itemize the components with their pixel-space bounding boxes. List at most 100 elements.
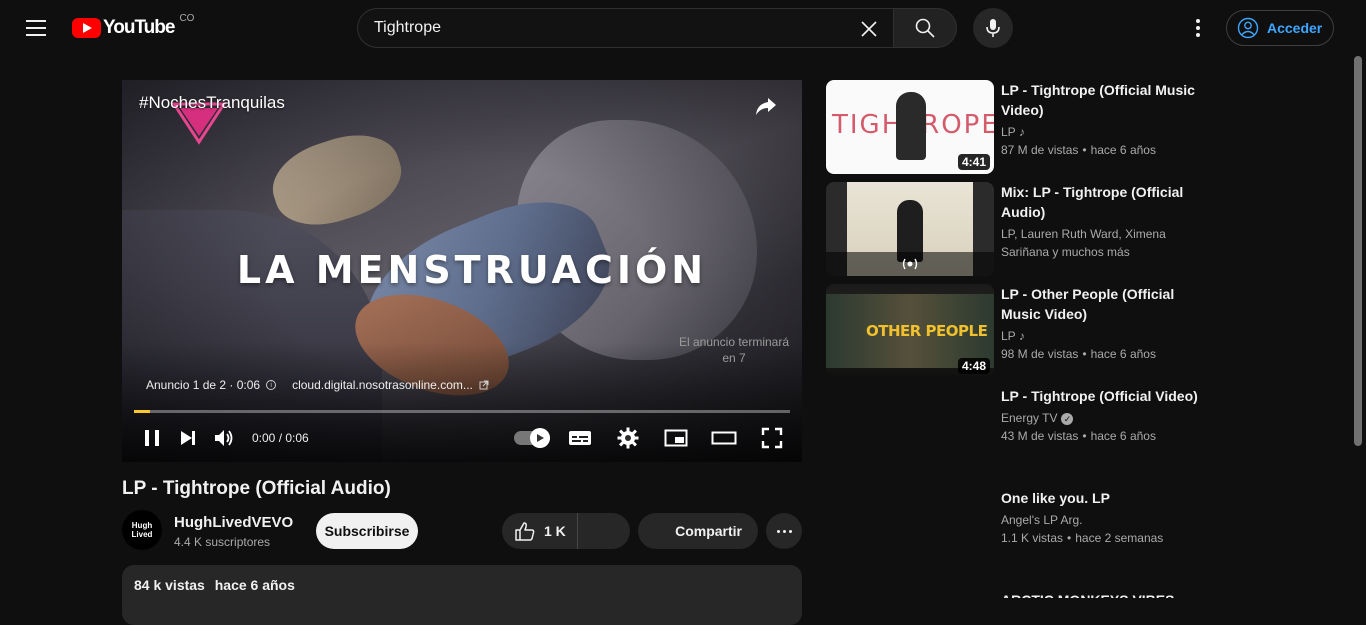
ad-progress-bar[interactable] (134, 410, 790, 413)
like-count: 1 K (544, 523, 566, 539)
channel-label: LP (1001, 329, 1016, 343)
mix-broadcast-icon (826, 252, 994, 276)
clear-search-icon[interactable] (851, 11, 887, 47)
youtube-logo[interactable]: YouTube CO (72, 13, 194, 39)
recommendation-meta: 98 M de vistashace 6 años (1001, 345, 1201, 363)
settings-button[interactable] (610, 422, 646, 454)
time-display: 0:00 / 0:06 (252, 431, 309, 445)
logo-text: YouTube (103, 17, 175, 38)
recommendation-title[interactable]: LP - Tightrope (Official Music Video) (1001, 80, 1201, 120)
channel-label: Energy TV (1001, 411, 1058, 425)
like-dislike-group: 1 K (502, 513, 630, 549)
dislike-button[interactable] (578, 513, 630, 549)
recommendation-item[interactable]: ARCTIC MONKEYS VIBES (826, 588, 1206, 598)
upload-age: hace 6 años (214, 577, 295, 593)
recommendation-title[interactable]: LP - Tightrope (Official Video) (1001, 386, 1201, 406)
thumbnail-text: OTHER PEOPLE (866, 322, 988, 340)
owner-row: Hugh Lived HughLivedVEVO 4.4 K suscripto… (122, 510, 802, 552)
recommendation-channel[interactable]: LP ♪ (1001, 123, 1201, 141)
country-code: CO (179, 12, 195, 24)
subscriber-count: 4.4 K suscriptores (174, 535, 271, 549)
channel-name[interactable]: HughLivedVEVO (174, 514, 293, 531)
channel-label: LP (1001, 125, 1016, 139)
thumbs-up-icon (515, 522, 535, 541)
pause-icon (145, 430, 159, 446)
sign-in-label: Acceder (1267, 20, 1323, 36)
top-bar: YouTube CO Acceder (0, 0, 1366, 56)
ad-counter: Anuncio 1 de 2 · 0:06 (146, 378, 261, 392)
external-link-icon[interactable] (479, 380, 489, 390)
skip-next-icon (181, 431, 195, 445)
subtitles-button[interactable] (562, 422, 598, 454)
share-button[interactable]: Compartir (638, 513, 758, 549)
fullscreen-icon (761, 427, 783, 449)
search-icon (915, 18, 935, 38)
recommendation-channel[interactable]: Energy TV ✓ (1001, 409, 1201, 427)
recommendation-views: 43 M de vistas (1001, 429, 1079, 443)
recommendation-age: hace 6 años (1078, 347, 1156, 361)
hamburger-menu-icon[interactable] (20, 12, 52, 44)
recommendation-thumbnail[interactable]: TIGHTROPE 4:41 (826, 80, 994, 174)
duration-badge: 4:41 (957, 154, 990, 170)
recommendation-views: 87 M de vistas (1001, 143, 1079, 157)
recommendation-thumbnail[interactable] (826, 386, 994, 480)
info-icon[interactable]: i (266, 380, 277, 390)
search-bar (357, 8, 957, 48)
volume-icon (215, 430, 233, 446)
recommendation-item[interactable]: LP - Tightrope (Official Video) Energy T… (826, 386, 1206, 482)
volume-button[interactable] (206, 422, 242, 454)
recommendation-channel[interactable]: LP, Lauren Ruth Ward, Ximena Sariñana y … (1001, 225, 1201, 261)
recommendation-title[interactable]: ARCTIC MONKEYS VIBES (1001, 590, 1201, 598)
recommendation-item[interactable]: One like you. LP Angel's LP Arg. 1.1 K v… (826, 488, 1206, 584)
scrollbar-thumb[interactable] (1354, 56, 1362, 446)
page-scrollbar[interactable] (1352, 56, 1366, 598)
sign-in-button[interactable]: Acceder (1226, 10, 1334, 46)
recommendation-item[interactable]: OTHER PEOPLE 4:48 LP - Other People (Off… (826, 284, 1206, 380)
autoplay-toggle[interactable] (514, 428, 550, 448)
more-actions-icon[interactable] (766, 513, 802, 549)
video-player[interactable]: #NochesTranquilas LA MENSTRUACIÓN El anu… (122, 80, 802, 462)
recommendation-thumbnail[interactable] (826, 488, 994, 582)
recommendation-channel[interactable]: Angel's LP Arg. (1001, 511, 1201, 529)
duration-badge: 4:48 (957, 358, 990, 374)
like-button[interactable]: 1 K (502, 513, 578, 549)
settings-more-icon[interactable] (1182, 12, 1214, 44)
player-controls-right (514, 422, 790, 454)
recommendation-thumbnail[interactable]: OTHER PEOPLE 4:48 (826, 284, 994, 378)
theater-icon (711, 431, 737, 445)
music-note-icon: ♪ (1018, 329, 1025, 343)
channel-avatar[interactable]: Hugh Lived (122, 510, 162, 550)
autoplay-play-icon (530, 428, 550, 448)
ad-hashtag: #NochesTranquilas (139, 93, 285, 112)
recommendation-title[interactable]: LP - Other People (Official Music Video) (1001, 284, 1201, 324)
player-controls: 0:00 / 0:06 (134, 422, 790, 454)
ad-link[interactable]: cloud.digital.nosotrasonline.com... (292, 378, 473, 392)
search-input[interactable] (374, 19, 854, 37)
search-button[interactable] (893, 8, 957, 48)
music-note-icon: ♪ (1018, 125, 1025, 139)
pause-button[interactable] (134, 422, 170, 454)
recommendation-meta: 87 M de vistashace 6 años (1001, 141, 1201, 159)
miniplayer-icon (664, 429, 688, 447)
voice-search-button[interactable] (973, 8, 1013, 48)
recommendation-item[interactable]: TIGHTROPE 4:41 LP - Tightrope (Official … (826, 80, 1206, 176)
recommendation-views: 98 M de vistas (1001, 347, 1079, 361)
recommendation-title[interactable]: One like you. LP (1001, 488, 1201, 508)
recommendation-item[interactable]: Mix: LP - Tightrope (Official Audio) LP,… (826, 182, 1206, 278)
description-box[interactable]: 84 k vistas hace 6 años (122, 565, 802, 625)
video-title: LP - Tightrope (Official Audio) (122, 478, 391, 499)
next-button[interactable] (170, 422, 206, 454)
recommendation-age: hace 6 años (1078, 429, 1156, 443)
subtitles-icon (569, 431, 591, 445)
miniplayer-button[interactable] (658, 422, 694, 454)
share-icon[interactable] (752, 92, 780, 120)
recommendation-thumbnail[interactable] (826, 182, 994, 276)
recommendation-meta: 1.1 K vistashace 2 semanas (1001, 529, 1201, 547)
recommendation-channel[interactable]: LP ♪ (1001, 327, 1201, 345)
verified-icon: ✓ (1061, 413, 1074, 425)
subscribe-button[interactable]: Subscribirse (316, 513, 418, 549)
fullscreen-button[interactable] (754, 422, 790, 454)
youtube-play-icon (72, 18, 101, 38)
recommendation-title[interactable]: Mix: LP - Tightrope (Official Audio) (1001, 182, 1201, 222)
theater-mode-button[interactable] (706, 422, 742, 454)
